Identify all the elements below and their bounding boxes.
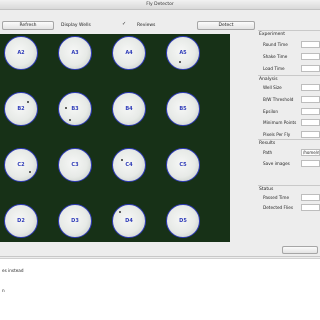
minimum-points-label: Minimum Points <box>263 120 297 125</box>
well-label: A3 <box>71 50 79 56</box>
well-b3[interactable]: B3 <box>58 92 92 126</box>
well-label: C2 <box>17 162 25 168</box>
experiment-section: Experiment Round Time Shake Time Load Ti… <box>258 30 320 74</box>
pixels-per-fly-input[interactable] <box>301 131 320 138</box>
plate-image-view[interactable]: A2 A3 A4 A5 B2 B3 B4 B5 C2 C3 C4 C5 D2 D… <box>0 34 230 242</box>
well-label: C4 <box>125 162 133 168</box>
well-label: A2 <box>17 50 25 56</box>
well-label: A4 <box>125 50 133 56</box>
well-c4[interactable]: C4 <box>112 148 146 182</box>
results-section: Results Path /home/m Save images <box>258 139 320 183</box>
well-size-input[interactable] <box>301 84 320 91</box>
well-b4[interactable]: B4 <box>112 92 146 126</box>
fly-spot <box>179 61 181 63</box>
well-label: A5 <box>179 50 187 56</box>
splitter[interactable] <box>0 256 320 257</box>
well-label: D3 <box>71 218 79 224</box>
bw-threshold-input[interactable] <box>301 96 320 103</box>
well-c5[interactable]: C5 <box>166 148 200 182</box>
settings-panel: Experiment Round Time Shake Time Load Ti… <box>258 30 320 244</box>
well-d4[interactable]: D4 <box>112 204 146 238</box>
detect-button[interactable]: Detect <box>197 21 255 30</box>
refresh-button[interactable]: Refresh <box>2 21 54 30</box>
fly-spot <box>119 211 121 213</box>
well-d5[interactable]: D5 <box>166 204 200 238</box>
epsilon-input[interactable] <box>301 108 320 115</box>
well-label: D2 <box>17 218 25 224</box>
shake-time-label: Shake Time <box>263 54 288 59</box>
epsilon-label: Epsilon <box>263 109 279 114</box>
well-a3[interactable]: A3 <box>58 36 92 70</box>
fly-spot <box>65 107 67 109</box>
fly-spot <box>27 101 29 103</box>
round-time-label: Round Time <box>263 42 288 47</box>
passed-time-label: Passed Time <box>263 195 290 200</box>
well-d2[interactable]: D2 <box>4 204 38 238</box>
passed-time-value <box>301 194 320 201</box>
fly-spot <box>69 119 71 121</box>
path-label: Path <box>263 150 273 155</box>
window-title: Fly Detector <box>146 2 174 7</box>
title-bar: Fly Detector <box>0 0 320 10</box>
load-time-label: Load Time <box>263 66 285 71</box>
detected-flies-value <box>301 204 320 211</box>
reviews-label: Reviews <box>137 23 156 28</box>
well-label: B4 <box>125 106 133 112</box>
well-label: B3 <box>71 106 79 112</box>
log-line: n <box>2 288 5 293</box>
fly-spot <box>121 159 123 161</box>
experiment-title: Experiment <box>259 32 286 37</box>
status-title: Status <box>259 187 274 192</box>
well-d3[interactable]: D3 <box>58 204 92 238</box>
well-a4[interactable]: A4 <box>112 36 146 70</box>
well-label: B5 <box>179 106 187 112</box>
well-label: D5 <box>179 218 187 224</box>
well-a5[interactable]: A5 <box>166 36 200 70</box>
save-images-toggle[interactable] <box>301 160 320 167</box>
fly-spot <box>29 171 31 173</box>
pixels-per-fly-label: Pixels Per Fly <box>263 132 291 137</box>
well-c2[interactable]: C2 <box>4 148 38 182</box>
well-b2[interactable]: B2 <box>4 92 38 126</box>
round-time-input[interactable] <box>301 41 320 48</box>
analysis-section: Analysis Well Size B/W Threshold Epsilon… <box>258 75 320 138</box>
app-window: Fly Detector Refresh Display Wells ✓ Rev… <box>0 0 320 320</box>
well-c3[interactable]: C3 <box>58 148 92 182</box>
well-label: C5 <box>179 162 187 168</box>
minimum-points-input[interactable] <box>301 119 320 126</box>
path-input[interactable]: /home/m <box>301 149 320 156</box>
well-label: D4 <box>125 218 133 224</box>
well-size-label: Well Size <box>263 85 282 90</box>
log-output[interactable]: es instead n <box>0 258 320 320</box>
shake-time-input[interactable] <box>301 53 320 60</box>
reviews-checkmark-icon[interactable]: ✓ <box>122 22 127 27</box>
display-wells-label: Display Wells <box>61 23 91 28</box>
detected-flies-label: Detected Flies <box>263 205 294 210</box>
panel-footer-button[interactable] <box>282 246 318 254</box>
results-title: Results <box>259 141 276 146</box>
well-label: B2 <box>17 106 25 112</box>
status-section: Status Passed Time Detected Flies <box>258 185 320 215</box>
save-images-label: Save images <box>263 161 290 166</box>
analysis-title: Analysis <box>259 77 278 82</box>
well-b5[interactable]: B5 <box>166 92 200 126</box>
well-a2[interactable]: A2 <box>4 36 38 70</box>
log-line: es instead <box>2 268 24 273</box>
well-label: C3 <box>71 162 79 168</box>
bw-threshold-label: B/W Threshold <box>263 97 294 102</box>
load-time-input[interactable] <box>301 65 320 72</box>
